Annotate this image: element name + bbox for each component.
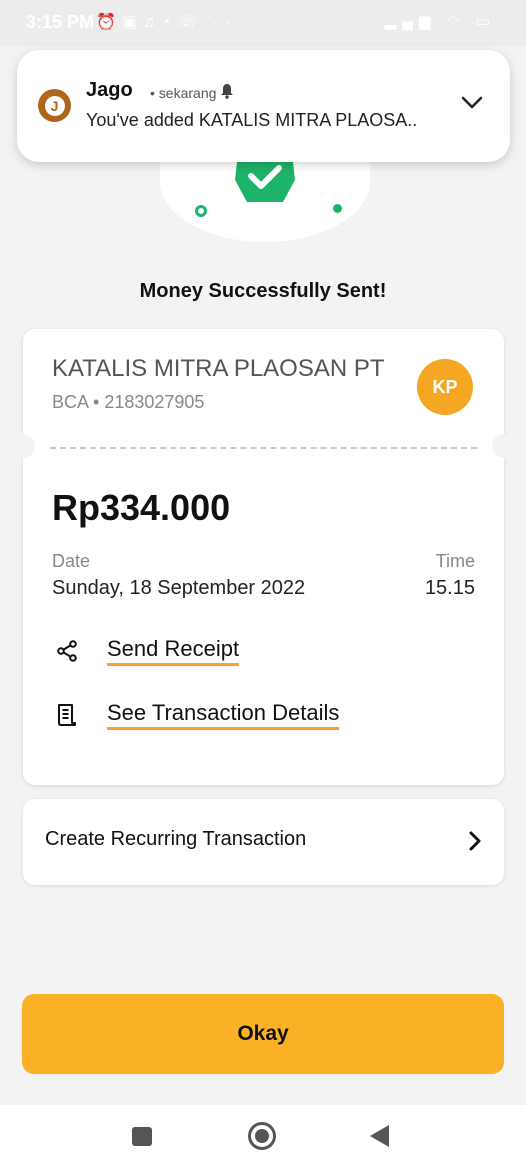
wifi-icon: ◠ [446,13,466,30]
status-system-icons: ▂▄▆ ◠ ▭ [385,12,496,30]
page-title: Money Successfully Sent! [139,280,387,302]
time-label: Time [435,551,475,571]
dashed-divider [50,447,477,449]
see-transaction-details-label: See Transaction Details [107,700,340,730]
receipt-icon [52,700,82,730]
notification-banner[interactable]: J Jago • sekarang You've added KATALIS M… [17,50,510,162]
system-nav-bar [0,1105,526,1169]
jago-app-icon: J [38,89,71,122]
transfer-amount: Rp334.000 [52,487,231,528]
recipient-bank-account: BCA • 2183027905 [52,392,205,412]
date-label: Date [52,551,91,571]
notification-app-name: Jago [86,79,133,101]
chevron-down-icon[interactable] [461,96,483,110]
status-bar: 3:15 PM ⏰▣♫◔☏ ·· ▂▄▆ ◠ ▭ [0,0,526,46]
bell-icon [221,84,233,99]
card-notch [11,434,35,458]
recipient-name: KATALIS MITRA PLAOSAN PT [52,355,385,382]
send-receipt-button[interactable]: Send Receipt [52,634,240,668]
send-receipt-label: Send Receipt [107,636,240,666]
avatar: KP [417,359,473,415]
receipt-card: KATALIS MITRA PLAOSAN PT BCA • 218302790… [11,329,516,785]
notification-time: • sekarang [150,85,217,101]
notification-time-text: sekarang [158,85,217,101]
decor-dot [333,204,342,213]
signal-icon: ▂▄▆ [384,13,437,30]
date-value: Sunday, 18 September 2022 [52,577,306,599]
chevron-right-icon [469,831,481,851]
share-icon [52,636,82,666]
decor-dot [195,205,207,217]
okay-button[interactable]: Okay [22,994,504,1074]
notification-message: You've added KATALIS MITRA PLAOSA.. [86,110,418,130]
time-value: 15.15 [424,577,475,599]
status-time: 3:15 PM [26,12,95,32]
okay-button-label: Okay [237,1022,289,1045]
create-recurring-transaction-button[interactable]: Create Recurring Transaction [23,799,504,885]
card-notch [492,434,516,458]
back-icon[interactable] [370,1125,389,1147]
recurring-label: Create Recurring Transaction [45,828,307,850]
battery-icon: ▭ [475,13,496,30]
home-icon[interactable] [248,1122,276,1150]
status-notification-icons: ⏰▣♫◔☏ ·· [96,14,236,31]
recent-apps-icon[interactable] [132,1127,152,1146]
see-transaction-details-button[interactable]: See Transaction Details [52,698,340,732]
avatar-initials: KP [432,376,458,397]
